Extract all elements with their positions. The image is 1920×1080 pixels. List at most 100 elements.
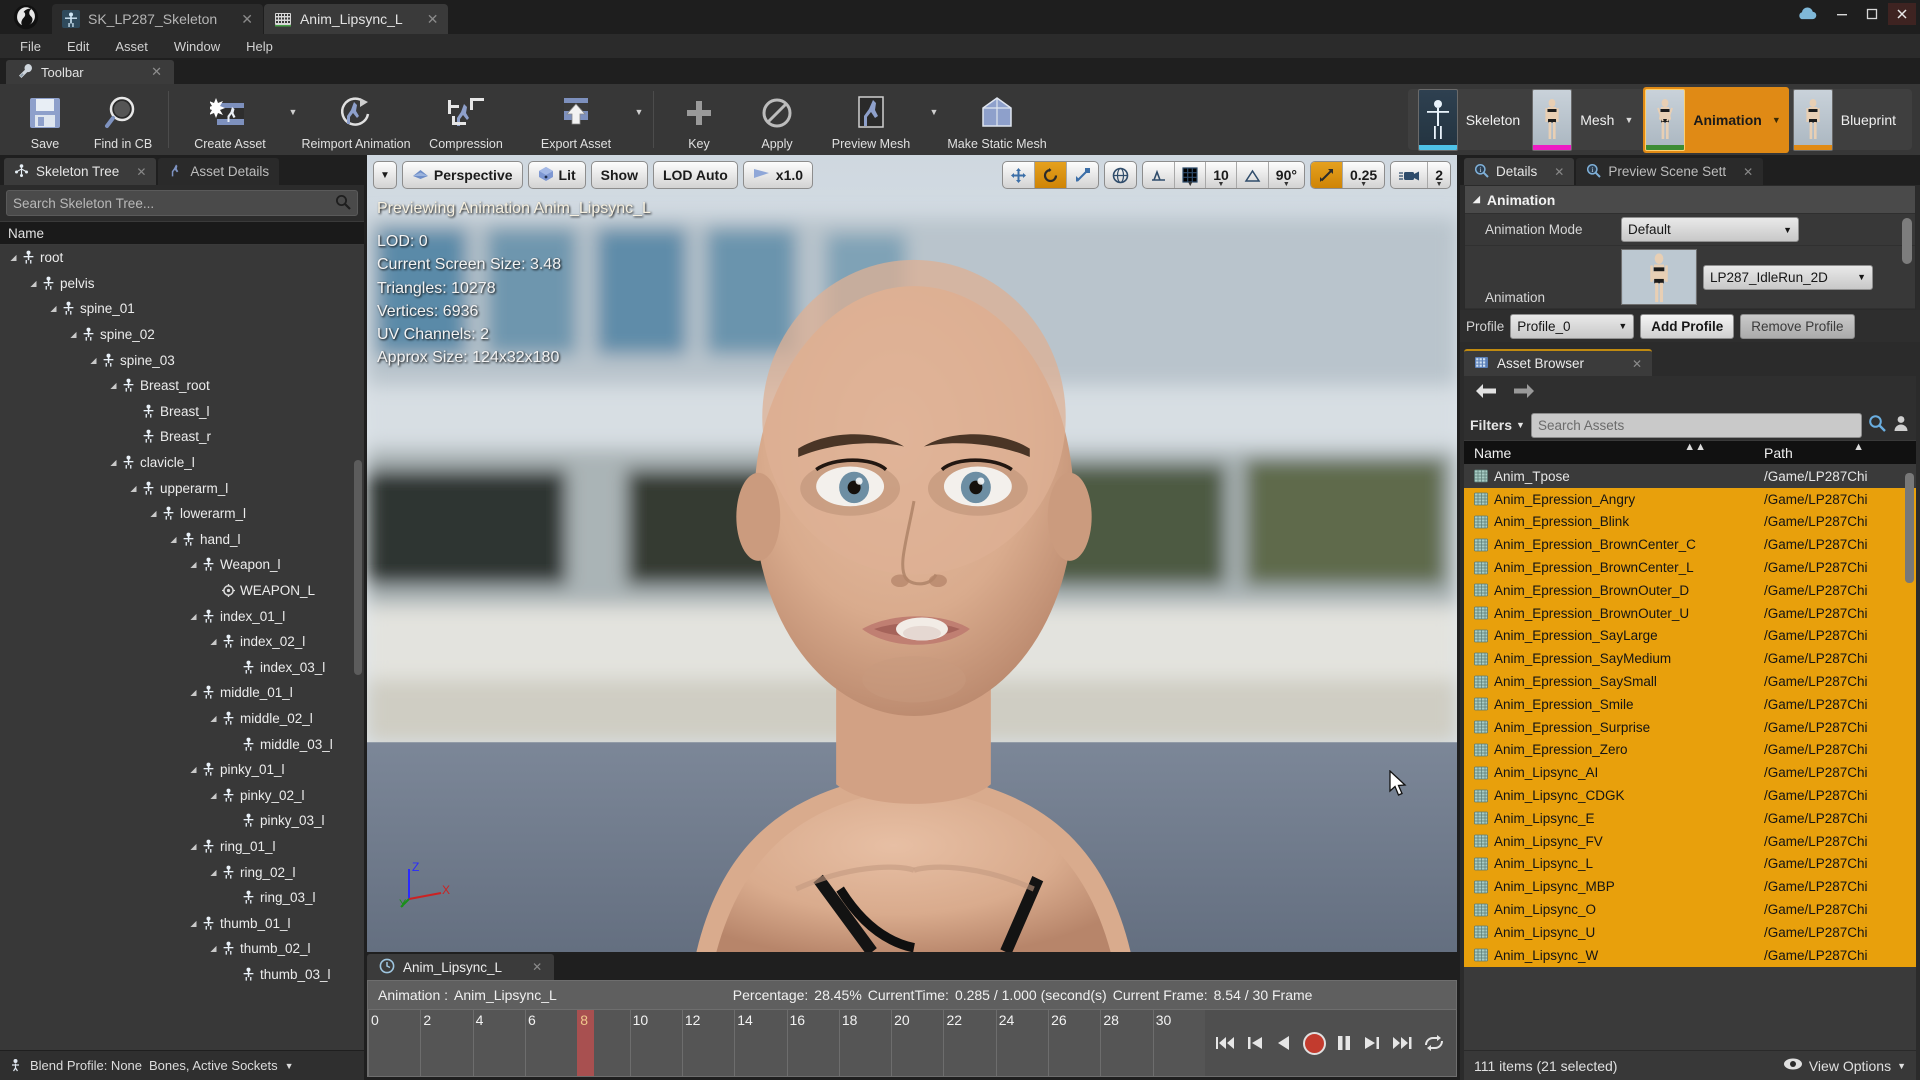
skeleton-tree-row[interactable]: ring_03_l xyxy=(0,885,364,911)
tab-asset-browser[interactable]: Asset Browser ✕ xyxy=(1464,349,1653,376)
move-tool-button[interactable] xyxy=(1003,162,1036,188)
compression-button[interactable]: Compression xyxy=(411,87,521,152)
animation-mode-combo[interactable]: Default ▼ xyxy=(1621,217,1799,242)
blend-profile-footer[interactable]: Blend Profile: None Bones, Active Socket… xyxy=(0,1050,364,1080)
pause-button[interactable] xyxy=(1334,1032,1354,1054)
expand-arrow-icon[interactable]: ◢ xyxy=(208,790,219,801)
asset-list-item[interactable]: Anim_Lipsync_U/Game/LP287Chi xyxy=(1464,920,1916,944)
asset-list-item[interactable]: Anim_Lipsync_AI/Game/LP287Chi xyxy=(1464,761,1916,785)
timeline-ruler[interactable]: 0 2 4 6 8 10 12 14 16 18 20 22 24 26 28 30 xyxy=(368,1010,1205,1076)
skeleton-tree-row[interactable]: WEAPON_L xyxy=(0,578,364,604)
window-tab-skeleton[interactable]: SK_LP287_Skeleton ✕ xyxy=(52,4,263,34)
skeleton-tree-row[interactable]: ◢ thumb_02_l xyxy=(0,936,364,962)
search-assets-input[interactable]: Search Assets xyxy=(1530,412,1862,438)
expand-arrow-icon[interactable]: ◢ xyxy=(188,687,199,698)
skeleton-tree-row[interactable]: ◢ pinky_02_l xyxy=(0,782,364,808)
animation-category-header[interactable]: ◢ Animation xyxy=(1465,186,1915,214)
play-reverse-button[interactable] xyxy=(1273,1032,1295,1054)
close-icon[interactable]: ✕ xyxy=(241,11,253,28)
asset-list-item[interactable]: Anim_Lipsync_L/Game/LP287Chi xyxy=(1464,852,1916,876)
asset-list-item[interactable]: Anim_Epression_SaySmall/Game/LP287Chi xyxy=(1464,670,1916,693)
close-button[interactable] xyxy=(1888,3,1916,25)
skeleton-tree-row[interactable]: ◢ spine_03 xyxy=(0,347,364,373)
close-icon[interactable]: ✕ xyxy=(136,165,146,179)
show-button[interactable]: Show xyxy=(590,161,648,189)
toolbar-tab[interactable]: Toolbar ✕ xyxy=(6,60,174,84)
skeleton-tree-row[interactable]: ◢ spine_02 xyxy=(0,322,364,348)
timeline-tab[interactable]: Anim_Lipsync_L ✕ xyxy=(367,954,555,980)
step-to-start-button[interactable] xyxy=(1215,1033,1237,1053)
loop-button[interactable] xyxy=(1422,1033,1446,1053)
menu-item-file[interactable]: File xyxy=(8,36,53,57)
make-static-mesh-button[interactable]: Make Static Mesh xyxy=(942,87,1052,152)
play-rate-button[interactable]: x1.0 xyxy=(742,161,814,189)
globe-icon[interactable] xyxy=(1105,162,1136,188)
step-forward-button[interactable] xyxy=(1390,1033,1414,1053)
skeleton-tree-row[interactable]: ◢ index_02_l xyxy=(0,629,364,655)
expand-arrow-icon[interactable]: ◢ xyxy=(88,355,99,366)
camera-speed-icon[interactable] xyxy=(1391,162,1429,188)
expand-arrow-icon[interactable]: ◢ xyxy=(188,559,199,570)
asset-list-item[interactable]: Anim_Tpose/Game/LP287Chi xyxy=(1464,465,1916,488)
add-profile-button[interactable]: Add Profile xyxy=(1640,313,1735,339)
key-button[interactable]: Key xyxy=(660,87,738,152)
tab-skeleton-tree[interactable]: Skeleton Tree ✕ xyxy=(4,158,157,185)
asset-list-item[interactable]: Anim_Epression_BrownCenter_C/Game/LP287C… xyxy=(1464,533,1916,557)
expand-arrow-icon[interactable]: ◢ xyxy=(208,943,219,954)
create-asset-caret-icon[interactable]: ▼ xyxy=(285,87,301,152)
lod-button[interactable]: LOD Auto xyxy=(652,161,738,189)
apply-button[interactable]: Apply xyxy=(738,87,816,152)
column-path[interactable]: Path ▲ xyxy=(1764,441,1916,461)
expand-arrow-icon[interactable]: ◢ xyxy=(48,303,59,314)
scale-tool-button[interactable] xyxy=(1067,162,1098,188)
expand-arrow-icon[interactable]: ◢ xyxy=(8,252,19,263)
step-back-button[interactable] xyxy=(1245,1033,1265,1053)
asset-list-scrollbar[interactable] xyxy=(1905,473,1914,583)
close-icon[interactable]: ✕ xyxy=(532,960,542,974)
asset-list-item[interactable]: Anim_Lipsync_E/Game/LP287Chi xyxy=(1464,806,1916,830)
chevron-down-icon[interactable]: ▼ xyxy=(285,1061,294,1071)
expand-arrow-icon[interactable]: ◢ xyxy=(188,764,199,775)
asset-list-item[interactable]: Anim_Lipsync_MBP/Game/LP287Chi xyxy=(1464,875,1916,899)
expand-arrow-icon[interactable]: ◢ xyxy=(168,534,179,545)
skeleton-tree-row[interactable]: ◢ pelvis xyxy=(0,271,364,297)
skeleton-tree-row[interactable]: ◢ middle_01_l xyxy=(0,680,364,706)
tab-details[interactable]: i Details ✕ xyxy=(1464,158,1575,185)
preview-mesh-button[interactable]: Preview Mesh xyxy=(816,87,926,152)
mode-mesh[interactable]: Mesh ▼ xyxy=(1530,87,1641,153)
expand-arrow-icon[interactable]: ◢ xyxy=(208,636,219,647)
asset-list-item[interactable]: Anim_Lipsync_W/Game/LP287Chi xyxy=(1464,943,1916,967)
skeleton-tree-row[interactable]: middle_03_l xyxy=(0,731,364,757)
user-icon[interactable] xyxy=(1892,414,1910,437)
viewport[interactable]: ▼ Perspective Lit Show LOD Auto x1.0 ▼ 1… xyxy=(367,155,1457,952)
skeleton-tree-row[interactable]: ◢ Breast_root xyxy=(0,373,364,399)
create-asset-button[interactable]: Create Asset xyxy=(175,87,285,152)
skeleton-tree-row[interactable]: ◢ middle_02_l xyxy=(0,706,364,732)
asset-list-item[interactable]: Anim_Epression_Zero/Game/LP287Chi xyxy=(1464,738,1916,762)
expand-arrow-icon[interactable]: ◢ xyxy=(28,278,39,289)
asset-list-item[interactable]: Anim_Lipsync_FV/Game/LP287Chi xyxy=(1464,829,1916,853)
asset-list-item[interactable]: Anim_Epression_Surprise/Game/LP287Chi xyxy=(1464,715,1916,739)
grid-size-value[interactable]: 10 ▼ xyxy=(1206,162,1237,188)
close-icon[interactable]: ✕ xyxy=(151,64,162,80)
expand-arrow-icon[interactable]: ◢ xyxy=(148,508,159,519)
minimize-button[interactable] xyxy=(1828,3,1856,25)
skeleton-tree-row[interactable]: ◢ root xyxy=(0,245,364,271)
skeleton-tree-row[interactable]: ◢ clavicle_l xyxy=(0,450,364,476)
search-icon[interactable] xyxy=(1868,414,1886,437)
profile-combo[interactable]: Profile_0 ▼ xyxy=(1510,313,1635,339)
expand-arrow-icon[interactable]: ◢ xyxy=(208,713,219,724)
save-button[interactable]: Save xyxy=(6,87,84,152)
asset-list-item[interactable]: Anim_Epression_Angry/Game/LP287Chi xyxy=(1464,487,1916,511)
tree-scrollbar[interactable] xyxy=(354,460,362,675)
menu-item-asset[interactable]: Asset xyxy=(103,36,160,57)
chevron-down-icon[interactable]: ▼ xyxy=(1772,115,1781,125)
search-icon[interactable] xyxy=(335,194,351,213)
grid-snap-icon[interactable] xyxy=(1143,162,1176,188)
skeleton-tree-row[interactable]: ◢ hand_l xyxy=(0,527,364,553)
asset-list-item[interactable]: Anim_Epression_SayLarge/Game/LP287Chi xyxy=(1464,624,1916,648)
viewport-options-button[interactable]: ▼ xyxy=(373,161,397,189)
search-skeleton-input[interactable]: Search Skeleton Tree... xyxy=(6,190,358,216)
scale-snap-icon[interactable] xyxy=(1310,162,1343,188)
asset-list-item[interactable]: Anim_Lipsync_CDGK/Game/LP287Chi xyxy=(1464,784,1916,807)
